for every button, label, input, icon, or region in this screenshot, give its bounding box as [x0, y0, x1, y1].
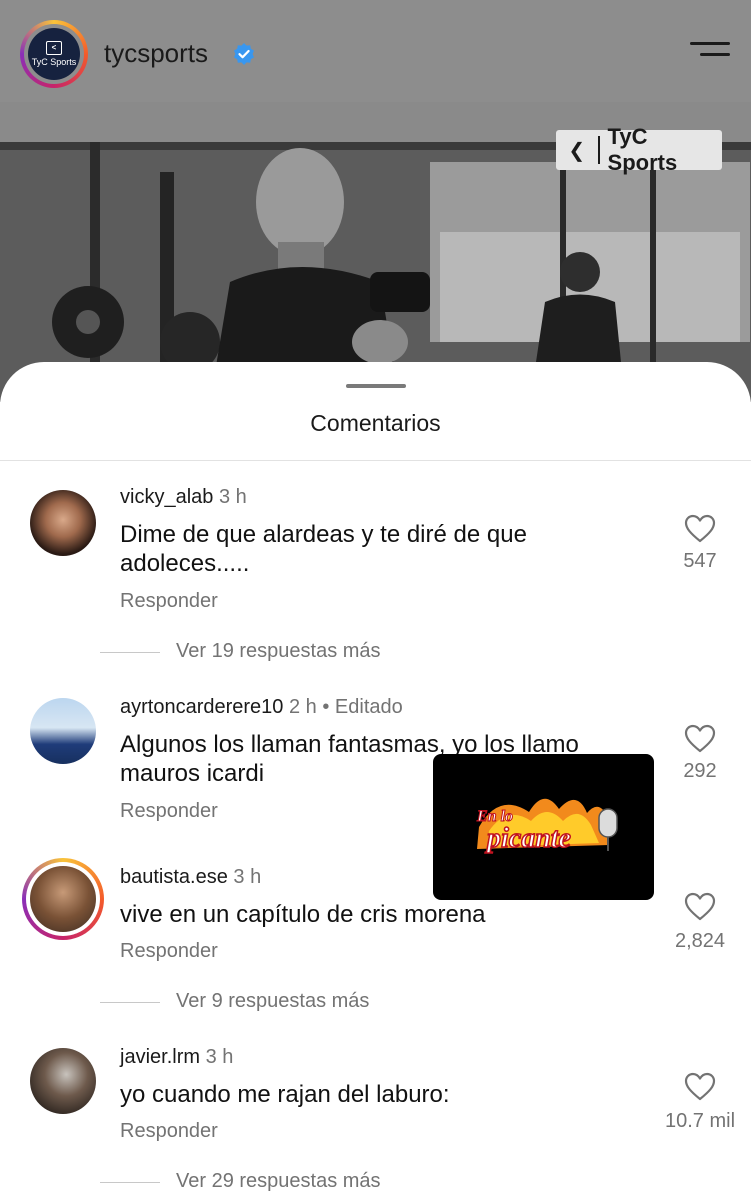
account-name[interactable]: tycsports: [104, 38, 208, 69]
post-photo[interactable]: ❮ TyC Sports: [0, 102, 751, 402]
divider: [0, 460, 751, 461]
profile-avatar[interactable]: < TyC Sports: [20, 20, 88, 88]
tyc-mark-icon: ❮: [568, 139, 586, 162]
commenter-avatar[interactable]: [30, 1048, 96, 1114]
en-lo-picante-logo: En lo picante: [475, 798, 618, 855]
comment-username[interactable]: bautista.ese 3 h: [120, 866, 261, 889]
like-count: 10.7 mil: [664, 1110, 736, 1132]
svg-text:picante: picante: [485, 823, 571, 854]
heart-icon[interactable]: [684, 1072, 716, 1102]
like-count: 2,824: [674, 930, 726, 952]
commenter-avatar[interactable]: [30, 698, 96, 764]
commenter-avatar[interactable]: [22, 858, 104, 940]
comment-username[interactable]: ayrtoncarderere10 2 h • Editado: [120, 696, 403, 719]
like-count: 547: [683, 550, 717, 572]
heart-icon[interactable]: [684, 724, 716, 754]
reply-button[interactable]: Responder: [120, 800, 218, 823]
like-count: 292: [683, 760, 717, 782]
commenter-avatar[interactable]: [30, 490, 96, 556]
comment-text: Dime de que alardeas y te diré de que ad…: [120, 521, 527, 577]
verified-badge-icon: [234, 43, 254, 65]
heart-icon[interactable]: [684, 892, 716, 922]
reply-button[interactable]: Responder: [120, 940, 218, 963]
comment-text: yo cuando me rajan del laburo:: [120, 1081, 450, 1108]
heart-icon[interactable]: [684, 514, 716, 544]
en-lo-picante-overlay: En lo picante: [433, 754, 654, 900]
sheet-title: Comentarios: [310, 410, 441, 436]
comment-username[interactable]: vicky_alab 3 h: [120, 486, 247, 509]
drag-handle[interactable]: [346, 384, 406, 388]
profile-header: < TyC Sports tycsports: [0, 0, 751, 102]
tyc-logo-icon: < TyC Sports: [28, 28, 80, 80]
reply-button[interactable]: Responder: [120, 590, 218, 613]
comment-username[interactable]: javier.lrm 3 h: [120, 1046, 233, 1069]
comment-text: vive en un capítulo de cris morena: [120, 901, 486, 928]
microphone-icon: [597, 808, 618, 838]
menu-icon[interactable]: [690, 42, 730, 68]
tyc-sports-watermark: ❮ TyC Sports: [556, 124, 722, 175]
reply-button[interactable]: Responder: [120, 1120, 218, 1143]
